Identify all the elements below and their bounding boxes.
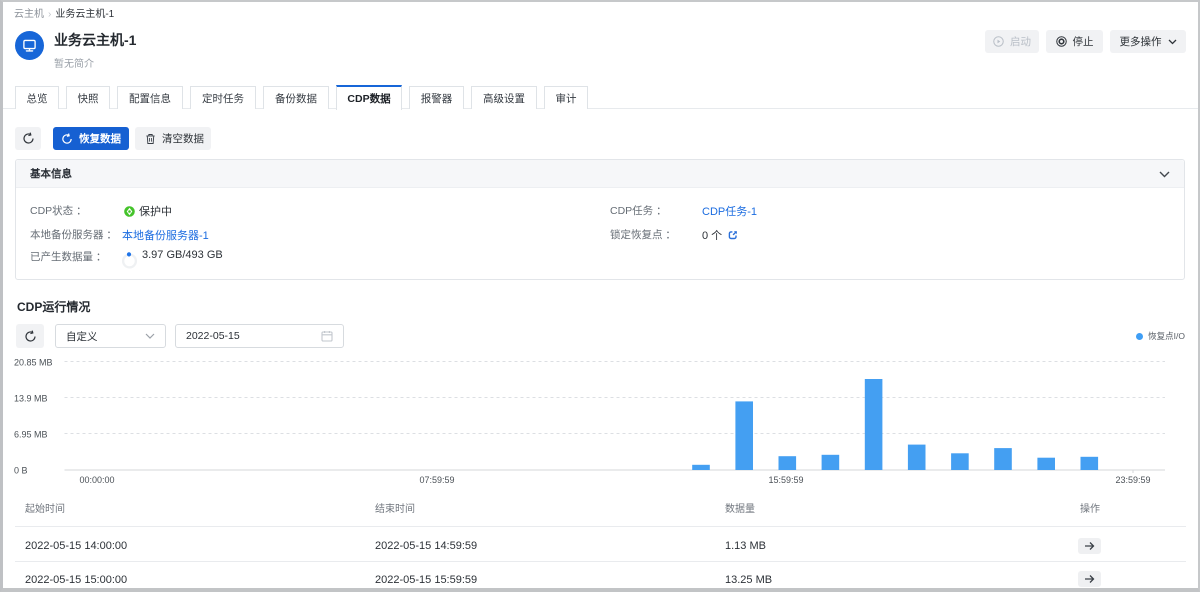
svg-text:6.95 MB: 6.95 MB [14,430,48,440]
svg-text:23:59:59: 23:59:59 [1115,475,1150,485]
svg-text:0 B: 0 B [14,466,28,476]
svg-text:07:59:59: 07:59:59 [419,475,454,485]
svg-text:00:00:00: 00:00:00 [79,475,114,485]
svg-text:15:59:59: 15:59:59 [768,475,803,485]
svg-text:20.85 MB: 20.85 MB [14,358,53,368]
svg-text:13.9 MB: 13.9 MB [14,394,48,404]
